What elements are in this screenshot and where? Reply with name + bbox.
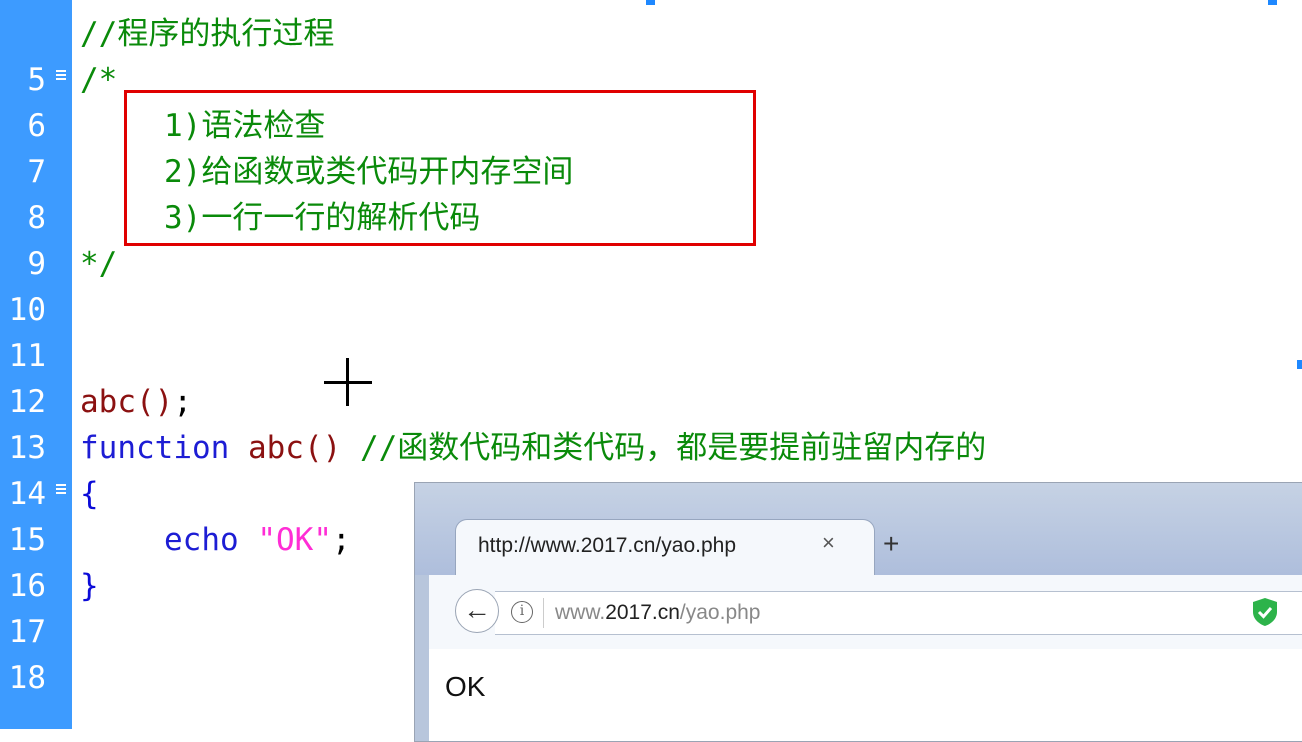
selection-handle[interactable] [1268,0,1277,5]
code-line: 11 [0,287,1302,374]
code-line: 12 [0,333,1302,420]
inline-comment: //函数代码和类代码，都是要提前驻留内存的 [359,430,987,466]
nav-bar: i www.2017.cn/yao.php ← [429,575,1302,650]
code-text: function abc() //函数代码和类代码，都是要提前驻留内存的 [80,425,986,471]
parens: () [136,384,174,420]
selection-handle[interactable] [1297,360,1302,369]
divider [543,598,544,628]
keyword: echo [164,522,239,558]
semicolon: ; [173,384,192,420]
line-number: 18 [8,660,46,696]
url-prefix: www. [555,601,606,624]
browser-tab[interactable]: http://www.2017.cn/yao.php × [455,519,875,575]
back-button[interactable]: ← [455,589,499,633]
code-text: { [80,476,99,512]
crosshair-cursor-icon [324,358,372,406]
selection-handle[interactable] [646,0,655,5]
tab-title: http://www.2017.cn/yao.php [478,534,736,557]
url-path: /yao.php [679,601,761,624]
code-line: 13 abc(); [0,379,1302,466]
close-icon[interactable]: × [822,530,835,556]
code-line: 10 */ [0,241,1302,328]
semicolon: ; [331,522,351,558]
url-text[interactable]: www.2017.cn/yao.php [555,601,761,625]
new-tab-button[interactable]: + [883,528,899,560]
page-text: OK [445,671,486,702]
code-text: echo "OK"; [164,517,351,563]
page-content: OK [429,649,1302,741]
browser-window: http://www.2017.cn/yao.php × + i www.201… [414,482,1302,742]
fold-icon[interactable] [56,70,66,80]
url-domain: 2017.cn [605,601,680,624]
shield-icon[interactable] [1250,596,1280,628]
url-bar[interactable]: i www.2017.cn/yao.php [495,591,1302,635]
info-icon[interactable]: i [511,601,533,623]
tab-strip: http://www.2017.cn/yao.php × + [415,483,1302,575]
code-text: */ [80,246,118,282]
code-text: } [80,568,99,604]
function-name: abc [247,430,304,466]
fold-icon[interactable] [56,484,66,494]
string-literal: "OK" [257,522,332,558]
highlight-box [124,90,756,246]
code-text: //程序的执行过程 [80,16,335,52]
parens: () [303,430,342,466]
code-text: /* [80,62,118,98]
code-line: 5 //程序的执行过程 [0,11,1302,98]
code-line: 14 function abc() //函数代码和类代码，都是要提前驻留内存的 [0,425,1302,512]
function-call: abc [80,384,136,420]
code-text: abc(); [80,379,192,425]
keyword: function [80,430,230,466]
